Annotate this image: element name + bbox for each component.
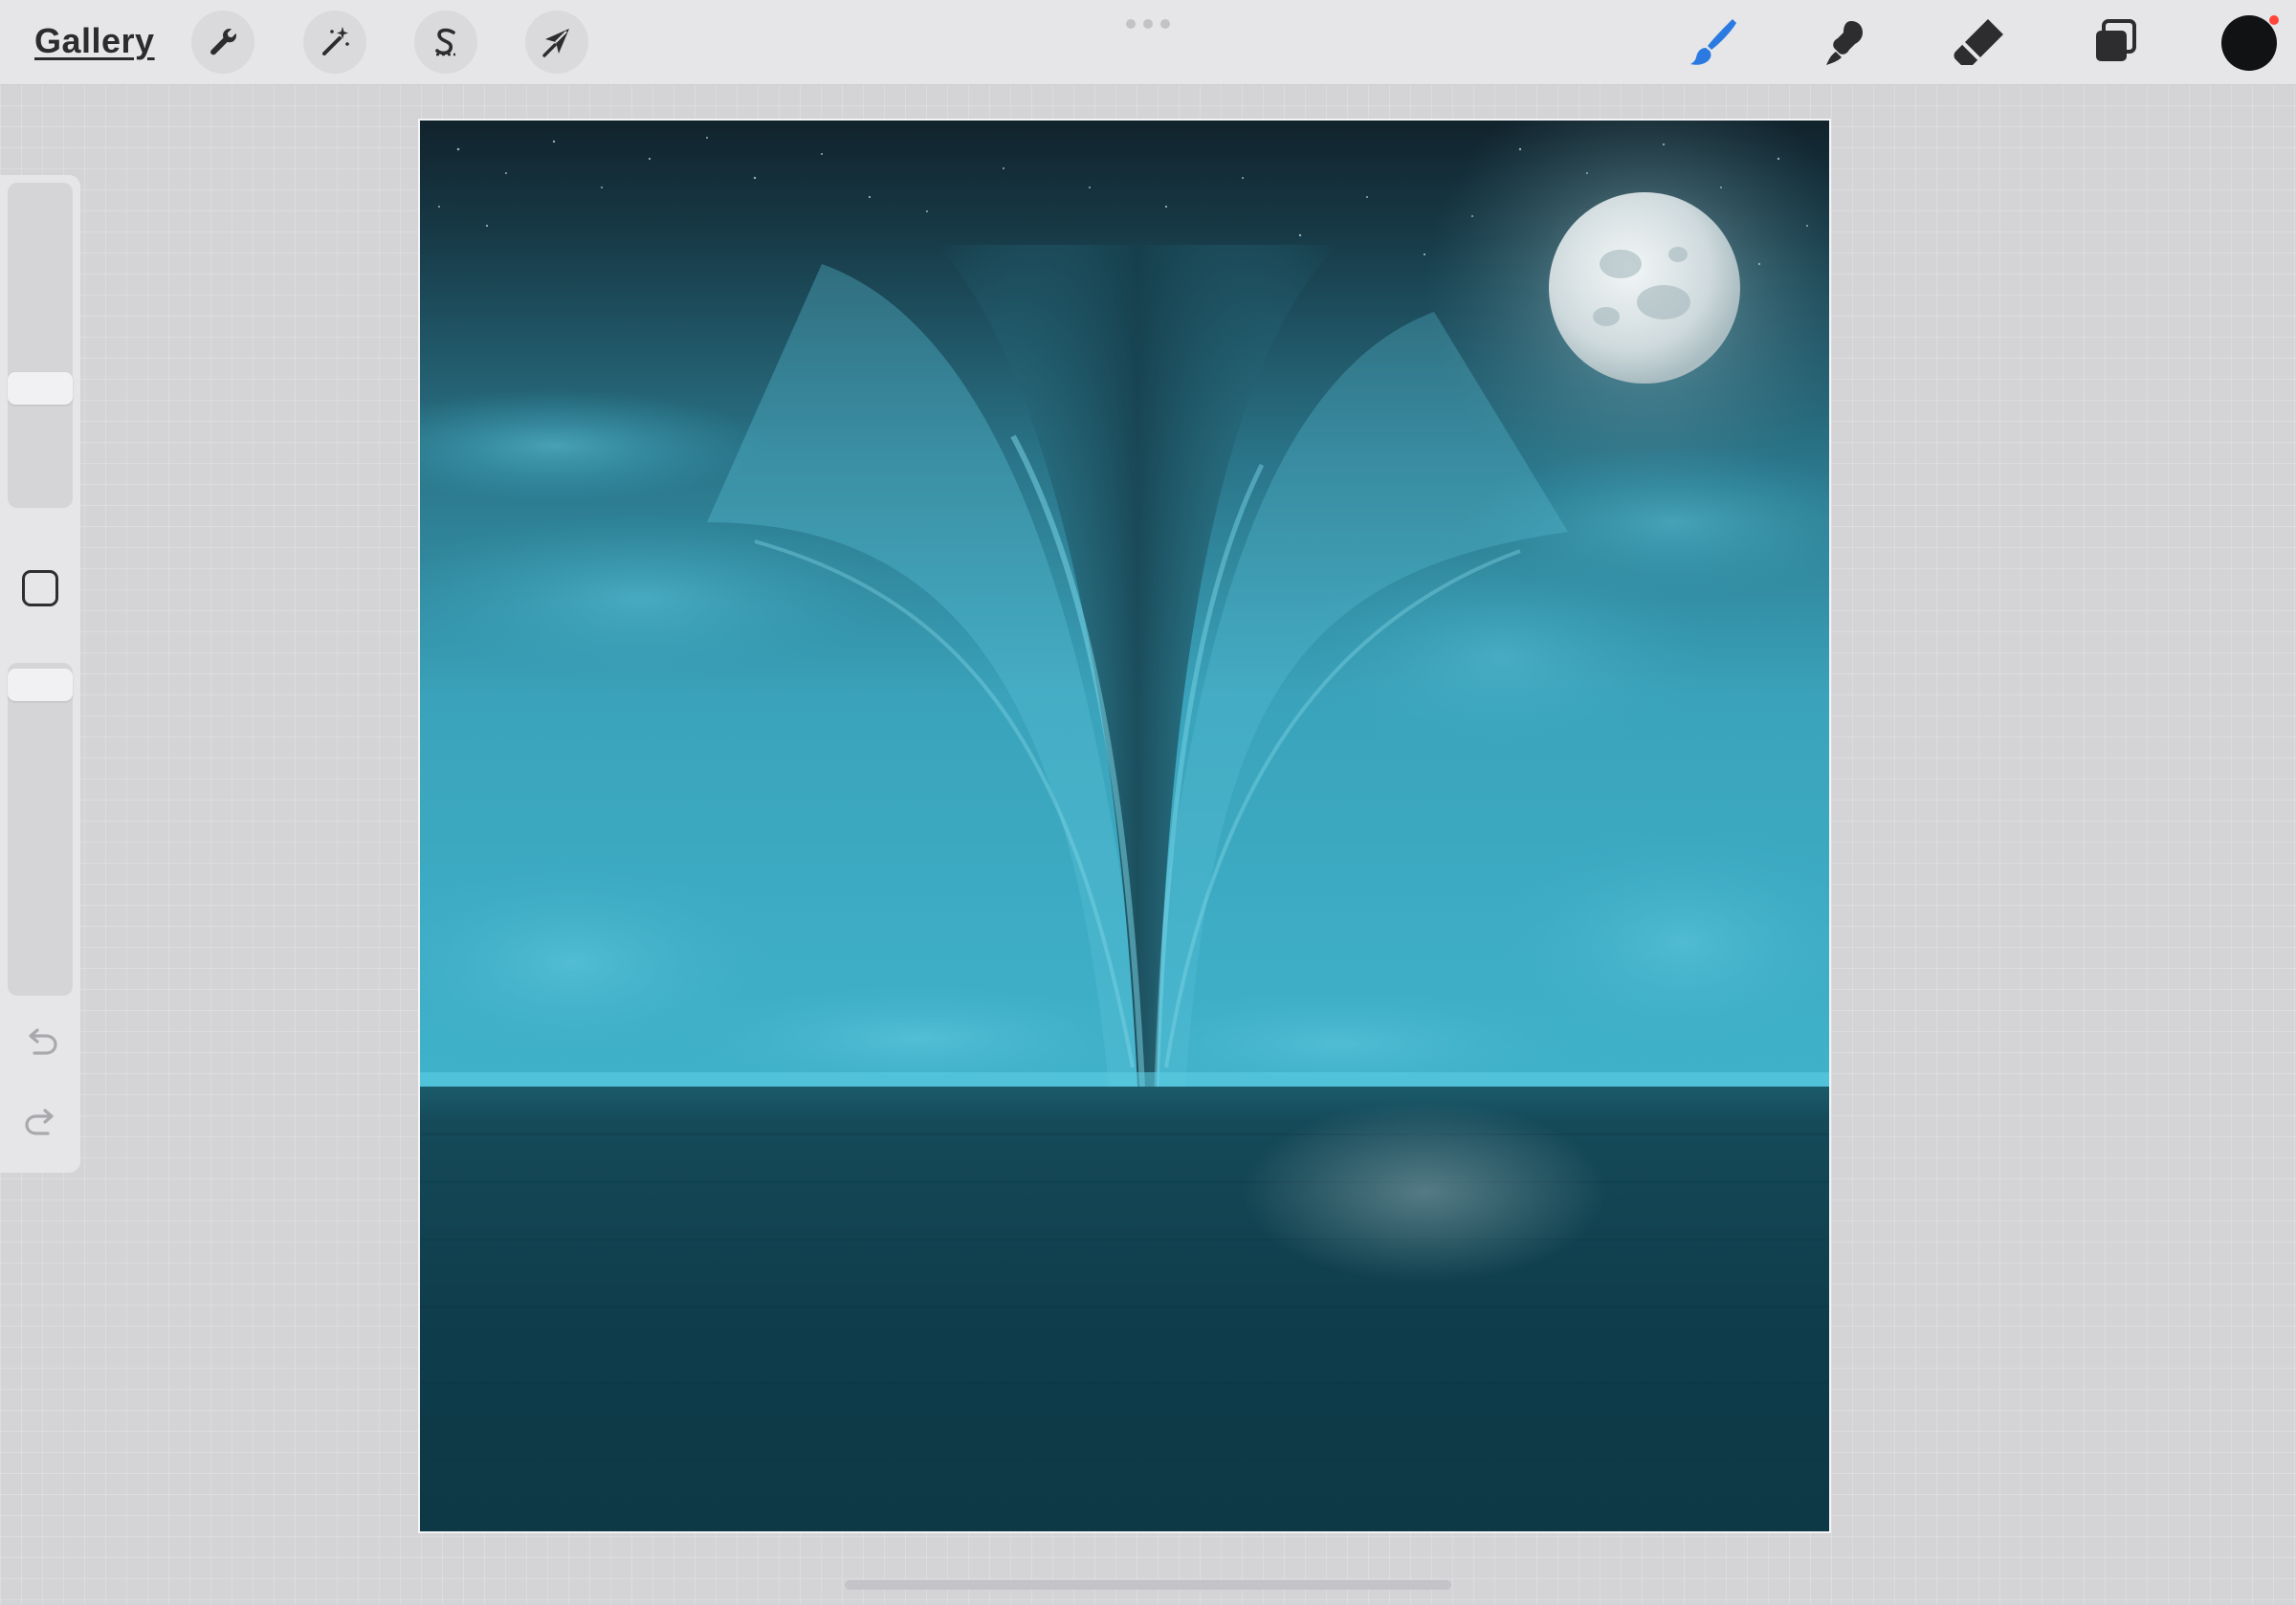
artwork-tornado-ocean xyxy=(420,121,1829,1531)
actions-button[interactable] xyxy=(191,11,254,74)
square-modifier-icon[interactable] xyxy=(22,570,58,606)
brush-size-thumb[interactable] xyxy=(8,372,73,405)
smudge-icon xyxy=(1826,21,1863,65)
transform-button[interactable] xyxy=(525,11,588,74)
undo-icon xyxy=(29,1028,57,1055)
selection-button[interactable] xyxy=(414,11,477,74)
adjustments-button[interactable] xyxy=(303,11,366,74)
opacity-slider[interactable] xyxy=(8,663,73,996)
magic-wand-icon xyxy=(322,27,349,55)
color-picker-button[interactable] xyxy=(2221,15,2279,71)
arrow-cursor-icon xyxy=(542,29,569,57)
gallery-button[interactable]: Gallery xyxy=(34,21,155,61)
drawing-canvas[interactable] xyxy=(418,119,1831,1533)
smudge-tool-button[interactable] xyxy=(1815,11,1876,73)
eraser-icon xyxy=(1954,19,2003,65)
redo-icon xyxy=(25,1109,54,1135)
brush-size-slider[interactable] xyxy=(8,183,73,508)
eraser-tool-button[interactable] xyxy=(1950,11,2011,73)
left-sidebar xyxy=(0,175,80,1173)
home-indicator[interactable] xyxy=(845,1580,1451,1590)
layers-button[interactable] xyxy=(2085,11,2146,73)
wrench-icon xyxy=(210,29,236,55)
selection-s-icon xyxy=(435,28,455,56)
redo-button[interactable] xyxy=(21,1103,61,1143)
toolbar-grabber[interactable] xyxy=(1126,19,1170,29)
brush-tool-button[interactable] xyxy=(1683,11,1744,73)
layers-icon xyxy=(2096,19,2136,61)
undo-button[interactable] xyxy=(21,1022,61,1063)
opacity-thumb[interactable] xyxy=(8,669,73,701)
top-toolbar: Gallery xyxy=(0,0,2296,85)
brush-icon xyxy=(1690,19,1736,65)
procreate-app: Gallery xyxy=(0,0,2296,1605)
color-indicator-dot xyxy=(2269,15,2279,25)
